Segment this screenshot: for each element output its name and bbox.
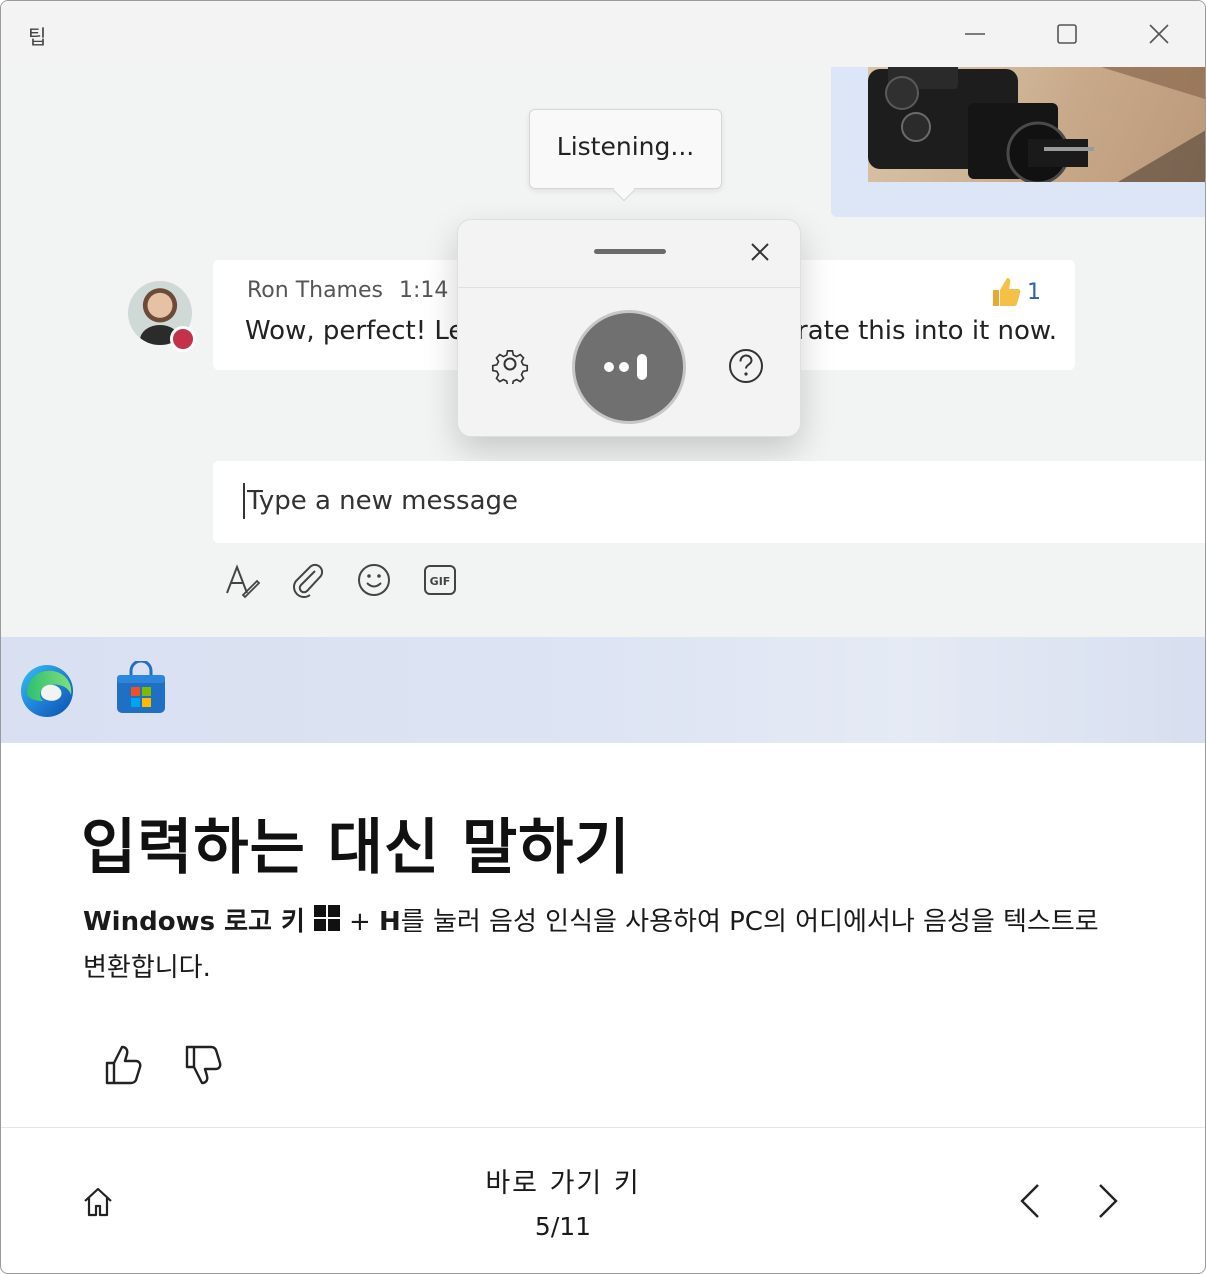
format-icon bbox=[226, 564, 261, 599]
page-indicator: 5/11 bbox=[534, 1212, 592, 1241]
plus-sign: + bbox=[348, 907, 371, 937]
close-icon bbox=[1149, 24, 1169, 44]
attach-icon bbox=[293, 563, 324, 598]
message-sender: Ron Thames bbox=[247, 278, 383, 303]
panel-drag-handle[interactable] bbox=[594, 249, 666, 254]
minimize-icon bbox=[965, 33, 985, 35]
voice-help-button[interactable] bbox=[726, 346, 766, 386]
listening-text: Listening... bbox=[556, 132, 695, 161]
gif-icon: GIF bbox=[424, 565, 456, 595]
maximize-icon bbox=[1057, 24, 1077, 44]
taskbar bbox=[1, 637, 1205, 743]
tip-illustration: Listening... Ron Thames 1:14 P Wow, perf… bbox=[1, 67, 1205, 743]
home-icon bbox=[84, 1187, 112, 1217]
minimize-button[interactable] bbox=[929, 1, 1021, 67]
thumbs-up-icon bbox=[993, 278, 1021, 306]
next-tip-button[interactable] bbox=[1085, 1177, 1131, 1225]
help-icon bbox=[729, 349, 763, 383]
message-reaction[interactable]: 1 bbox=[989, 274, 1041, 310]
close-icon bbox=[751, 243, 769, 261]
presence-busy-badge bbox=[170, 326, 196, 352]
text-caret bbox=[243, 483, 245, 519]
thumbs-down-icon bbox=[185, 1045, 222, 1085]
tips-window: 팁 Listening... Ron Thames 1:14 P Wow, pe… bbox=[0, 0, 1206, 1274]
panel-divider bbox=[458, 287, 800, 288]
tip-category: 바로 가기 키 bbox=[485, 1168, 641, 1199]
compose-toolbar: GIF bbox=[223, 561, 459, 599]
format-button[interactable] bbox=[223, 561, 261, 599]
chevron-right-icon bbox=[1099, 1184, 1118, 1218]
windows-key-label: Windows 로고 키 bbox=[83, 907, 305, 937]
edge-app[interactable] bbox=[19, 663, 75, 719]
title-bar[interactable]: 팁 bbox=[1, 1, 1205, 67]
microphone-button[interactable] bbox=[572, 310, 686, 424]
emoji-button[interactable] bbox=[355, 561, 393, 599]
tip-description: Windows 로고 키 + H를 눌러 음성 인식을 사용하여 PC의 어디에서… bbox=[83, 899, 1123, 991]
tip-title: 입력하는 대신 말하기 bbox=[81, 813, 631, 883]
panel-close-button[interactable] bbox=[742, 234, 778, 270]
svg-text:GIF: GIF bbox=[430, 575, 451, 588]
maximize-button[interactable] bbox=[1021, 1, 1113, 67]
store-app[interactable] bbox=[113, 659, 169, 717]
gif-button[interactable]: GIF bbox=[421, 561, 459, 599]
message-text-end: rate this into it now. bbox=[797, 316, 1058, 346]
voice-settings-button[interactable] bbox=[490, 344, 530, 387]
emoji-icon bbox=[358, 564, 390, 596]
shared-photo-card bbox=[831, 67, 1205, 217]
close-button[interactable] bbox=[1113, 1, 1205, 67]
tooltip-arrow bbox=[612, 178, 636, 202]
footer-divider bbox=[1, 1127, 1205, 1128]
message-input[interactable] bbox=[247, 479, 1147, 523]
helpful-button[interactable] bbox=[99, 1041, 145, 1089]
listening-tooltip: Listening... bbox=[529, 109, 722, 202]
camera-photo bbox=[868, 67, 1205, 182]
store-icon bbox=[117, 659, 165, 713]
tip-position: 바로 가기 키 5/11 bbox=[363, 1161, 763, 1241]
voice-typing-panel bbox=[457, 219, 801, 437]
message-text-start: Wow, perfect! Let bbox=[245, 316, 475, 346]
windows-logo-icon bbox=[313, 905, 340, 931]
app-title: 팁 bbox=[28, 25, 47, 49]
settings-icon bbox=[491, 350, 529, 387]
message-compose-box[interactable] bbox=[213, 461, 1205, 543]
edge-icon bbox=[21, 665, 73, 717]
reaction-count: 1 bbox=[1027, 279, 1041, 305]
chevron-left-icon bbox=[1020, 1184, 1039, 1218]
home-button[interactable] bbox=[75, 1179, 121, 1225]
previous-tip-button[interactable] bbox=[1007, 1177, 1053, 1225]
attach-button[interactable] bbox=[289, 561, 327, 599]
h-key-label: H bbox=[379, 907, 401, 937]
thumbs-up-icon bbox=[105, 1045, 142, 1085]
microphone-icon bbox=[604, 354, 647, 380]
not-helpful-button[interactable] bbox=[179, 1041, 225, 1089]
